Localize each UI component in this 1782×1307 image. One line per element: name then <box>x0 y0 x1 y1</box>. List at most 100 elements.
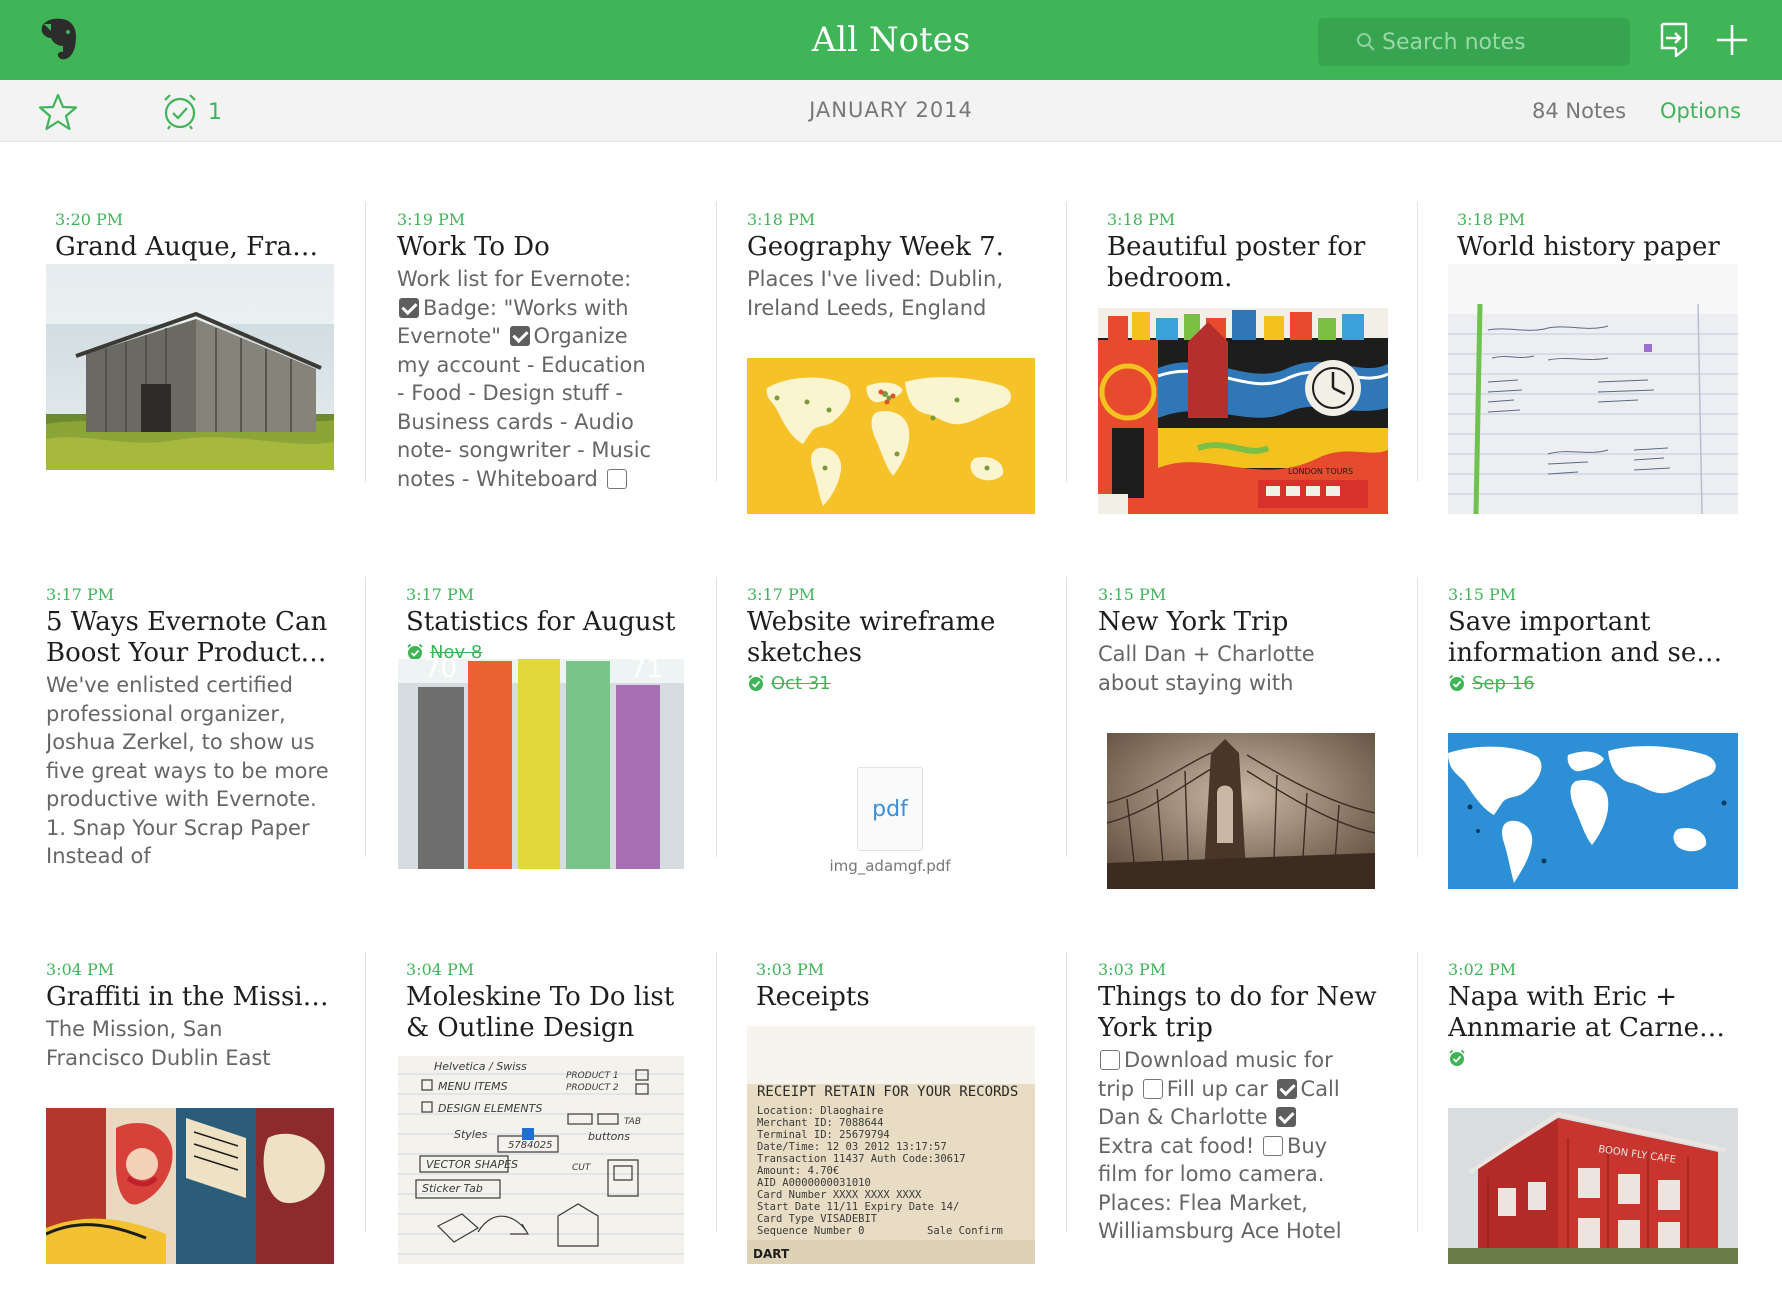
note-title: Geography Week 7. <box>747 232 1004 262</box>
sketch-text: VECTOR SHAPES <box>426 1158 518 1171</box>
sketch-text: DESIGN ELEMENTS <box>438 1102 542 1115</box>
divider <box>365 577 366 857</box>
alarm-clock-icon <box>1449 674 1465 691</box>
reminder-date[interactable]: Sep 16 <box>1448 671 1738 695</box>
divider <box>716 577 717 857</box>
checkbox-unchecked[interactable] <box>1142 1078 1163 1099</box>
note-card[interactable]: 3:17 PM 5 Ways Evernote Can Boost Your P… <box>46 585 346 905</box>
reminder-text: Sep 16 <box>1472 672 1535 694</box>
graffiti-photo-thumbnail <box>46 1108 334 1264</box>
note-card[interactable]: 3:17 PM Website wireframe sketches Oct 3… <box>747 585 1047 905</box>
note-card[interactable]: 3:18 PM World history paper <box>1448 210 1738 530</box>
divider <box>1066 577 1067 857</box>
snippet-line: Call <box>1300 1076 1340 1101</box>
receipt-photo-thumbnail: RECEIPT RETAIN FOR YOUR RECORDS Location… <box>747 1026 1035 1264</box>
presentation-button[interactable] <box>1654 20 1694 60</box>
note-card[interactable]: 3:17 PM Statistics for August Nov 8 70 7… <box>398 585 688 905</box>
checkbox-checked[interactable] <box>399 297 419 318</box>
snippet-line: my account - Education <box>397 352 646 377</box>
note-card[interactable]: 3:18 PM Beautiful poster for bedroom. LO… <box>1098 210 1388 530</box>
bridge-photo-thumbnail <box>1107 733 1375 889</box>
note-title: Moleskine To Do list & Outline Design I… <box>406 982 675 1043</box>
snippet-line: note- songwriter - Music <box>397 438 652 462</box>
divider <box>716 202 717 482</box>
sketch-photo-thumbnail: Helvetica / Swiss MENU ITEMS DESIGN ELEM… <box>398 1056 684 1264</box>
notebook-photo-thumbnail <box>1448 264 1738 514</box>
note-time: 3:15 PM <box>1098 585 1167 604</box>
receipt-text: Amount: 4.70€ <box>757 1165 839 1177</box>
note-time: 3:04 PM <box>406 960 475 979</box>
checkbox-checked[interactable] <box>1276 1078 1297 1099</box>
note-title: Website wireframe sketches <box>747 607 996 668</box>
note-title: Save important information and se… <box>1448 607 1723 668</box>
london-poster-thumbnail: LONDON TOURS <box>1098 308 1388 514</box>
receipt-text: RECEIPT RETAIN FOR YOUR RECORDS <box>757 1084 1018 1100</box>
divider <box>716 952 717 1232</box>
reminder-indicator[interactable] <box>1448 1046 1738 1070</box>
reminder-date[interactable]: Oct 31 <box>747 671 1047 695</box>
checkbox-unchecked[interactable] <box>606 468 627 489</box>
snippet-line: Dan & Charlotte <box>1098 1105 1268 1129</box>
snippet-line: - Food - Design stuff - <box>397 381 623 405</box>
note-card[interactable]: 3:04 PM Moleskine To Do list & Outline D… <box>398 960 688 1280</box>
checkbox-checked[interactable] <box>509 326 530 346</box>
note-time: 3:18 PM <box>1107 210 1176 229</box>
sketch-text: Helvetica / Swiss <box>434 1060 527 1073</box>
divider <box>365 952 366 1232</box>
sketch-text: Styles <box>454 1128 488 1141</box>
snippet-line: Places: Flea Market, <box>1098 1190 1308 1215</box>
red-barn-photo-thumbnail: BOON FLY CAFE <box>1448 1108 1738 1264</box>
chart-label: 71 <box>630 659 663 684</box>
receipt-text: Start Date 11/11 Expiry Date 14/ <box>757 1201 959 1213</box>
options-button[interactable]: Options <box>1660 99 1741 123</box>
sketch-text: MENU ITEMS <box>438 1080 508 1093</box>
note-title: Grand Auque, Fran… <box>55 232 334 262</box>
note-card[interactable]: 3:15 PM Save important information and s… <box>1448 585 1738 905</box>
receipt-text: Sale Confirm <box>927 1225 1003 1237</box>
note-title: Work To Do <box>397 232 550 262</box>
note-time: 3:19 PM <box>397 210 466 229</box>
header-bar: All Notes <box>0 0 1782 80</box>
note-card[interactable]: 3:04 PM Graffiti in the Missi… The Missi… <box>46 960 346 1280</box>
note-card[interactable]: 3:15 PM New York Trip Call Dan + Charlot… <box>1098 585 1388 905</box>
notes-grid: 3:20 PM Grand Auque, Fran… 3:19 PM Work … <box>0 142 1782 1307</box>
snippet-line: Evernote" <box>397 324 501 348</box>
note-time: 3:17 PM <box>46 585 115 604</box>
search-input[interactable] <box>1382 29 1592 55</box>
bar-chart-thumbnail: 70 71 <box>398 659 684 869</box>
plus-icon <box>1717 25 1747 55</box>
note-snippet: Download music for trip Fill up car Call… <box>1098 1046 1398 1246</box>
reminders-button[interactable] <box>160 92 200 132</box>
note-snippet: Work list for Evernote: Badge: "Works wi… <box>397 265 697 493</box>
note-time: 3:02 PM <box>1448 960 1517 979</box>
checkbox-checked[interactable] <box>1276 1107 1297 1127</box>
shortcuts-button[interactable] <box>38 92 78 132</box>
receipt-text: AID A0000000031010 <box>757 1177 871 1189</box>
checkbox-unchecked[interactable] <box>1100 1050 1120 1070</box>
chart-label: 70 <box>424 659 457 684</box>
new-note-button[interactable] <box>1712 20 1752 60</box>
note-card[interactable]: 3:18 PM Geography Week 7. Places I've li… <box>747 210 1037 530</box>
note-card[interactable]: 3:20 PM Grand Auque, Fran… <box>46 210 334 530</box>
checkbox-unchecked[interactable] <box>1262 1135 1283 1156</box>
world-map-thumbnail <box>747 358 1035 514</box>
sketch-text: CUT <box>572 1163 592 1173</box>
note-snippet: We've enlisted certified professional or… <box>46 673 329 868</box>
snippet-line: Fill up car <box>1166 1076 1268 1101</box>
snippet-line: Badge: "Works with <box>423 295 629 320</box>
reminder-count[interactable]: 1 <box>208 100 222 125</box>
note-card[interactable]: 3:02 PM Napa with Eric + Annmarie at Car… <box>1448 960 1738 1280</box>
receipt-text: Merchant ID: 7088644 <box>757 1117 883 1129</box>
note-title: Things to do for New York trip <box>1098 982 1377 1043</box>
note-time: 3:18 PM <box>1457 210 1526 229</box>
note-card[interactable]: 3:03 PM Receipts RECEIPT RETAIN FOR YOUR… <box>747 960 1037 1280</box>
note-title: New York Trip <box>1098 607 1289 637</box>
search-field[interactable] <box>1318 18 1630 66</box>
pdf-attachment[interactable]: pdf img_adamgf.pdf <box>747 767 1033 875</box>
reminder-text: Oct 31 <box>771 672 831 694</box>
note-card[interactable]: 3:03 PM Things to do for New York trip D… <box>1098 960 1398 1280</box>
evernote-elephant-icon[interactable] <box>38 16 80 62</box>
note-card[interactable]: 3:19 PM Work To Do Work list for Evernot… <box>397 210 697 510</box>
note-time: 3:18 PM <box>747 210 816 229</box>
snippet-line: Williamsburg Ace Hotel <box>1098 1219 1342 1243</box>
